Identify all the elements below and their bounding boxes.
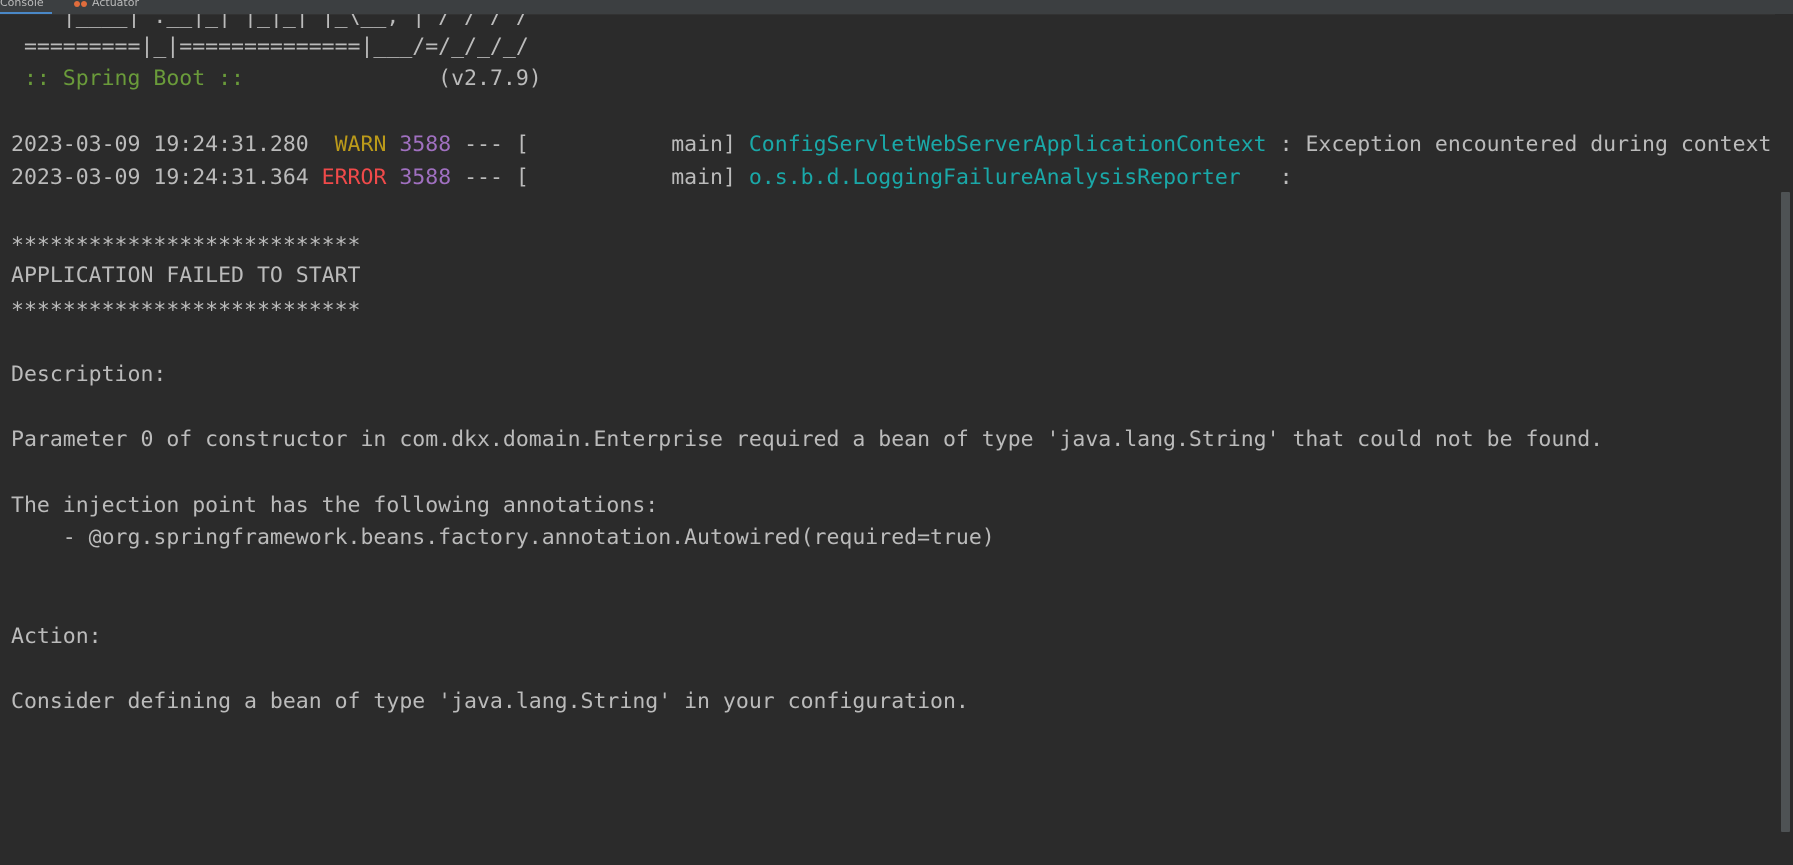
- description-text: Parameter 0 of constructor in com.dkx.do…: [11, 427, 1604, 452]
- vertical-scrollbar[interactable]: [1775, 14, 1793, 865]
- actuator-icon: [74, 0, 88, 8]
- spring-boot-label: :: Spring Boot ::: [11, 66, 257, 91]
- log-timestamp: 2023-03-09 19:24:31.364: [11, 165, 309, 190]
- log-level-error: ERROR: [321, 165, 387, 190]
- banner-line-2: =========|_|==============|___/=/_/_/_/: [11, 34, 529, 59]
- stars-bottom: ***************************: [11, 298, 361, 323]
- injection-heading: The injection point has the following an…: [11, 493, 659, 518]
- log-line-error: 2023-03-09 19:24:31.364 ERROR 3588 --- […: [11, 163, 1305, 193]
- action-text: Consider defining a bean of type 'java.l…: [11, 689, 969, 714]
- log-level-warn: WARN: [321, 132, 387, 157]
- tab-console[interactable]: Console: [0, 0, 52, 14]
- annotation-line: - @org.springframework.beans.factory.ann…: [11, 525, 995, 550]
- tab-console-label: Console: [0, 0, 44, 9]
- log-pid: 3588: [399, 132, 452, 157]
- log-timestamp: 2023-03-09 19:24:31.280: [11, 132, 309, 157]
- log-line-warn: 2023-03-09 19:24:31.280 WARN 3588 --- [ …: [11, 130, 1775, 160]
- action-heading: Action:: [11, 624, 102, 649]
- log-pid: 3588: [399, 165, 452, 190]
- log-message: : Exception encountered during context i…: [1279, 132, 1772, 157]
- banner-version-line: :: Spring Boot :: (v2.7.9): [11, 64, 542, 94]
- log-thread: --- [ main]: [451, 165, 749, 190]
- tab-actuator-label: Actuator: [92, 0, 139, 9]
- tab-actuator[interactable]: Actuator: [70, 0, 139, 12]
- log-logger-link[interactable]: o.s.b.d.LoggingFailureAnalysisReporter: [749, 165, 1241, 190]
- stars-top: ***************************: [11, 233, 361, 258]
- tool-window-tab-bar: Console Actuator: [0, 0, 1793, 15]
- failed-heading: APPLICATION FAILED TO START: [11, 263, 361, 288]
- scrollbar-thumb[interactable]: [1781, 192, 1790, 832]
- console-output[interactable]: |____| .__|_| |_|_| |_\__, | / / / / ===…: [0, 14, 1775, 865]
- log-message: :: [1240, 165, 1306, 190]
- description-heading: Description:: [11, 362, 167, 387]
- banner-line-1: |____| .__|_| |_|_| |_\__, | / / / /: [11, 14, 529, 29]
- spring-boot-version: (v2.7.9): [256, 66, 542, 91]
- log-logger-link[interactable]: ConfigServletWebServerApplicationContext: [749, 132, 1267, 157]
- log-thread: --- [ main]: [451, 132, 749, 157]
